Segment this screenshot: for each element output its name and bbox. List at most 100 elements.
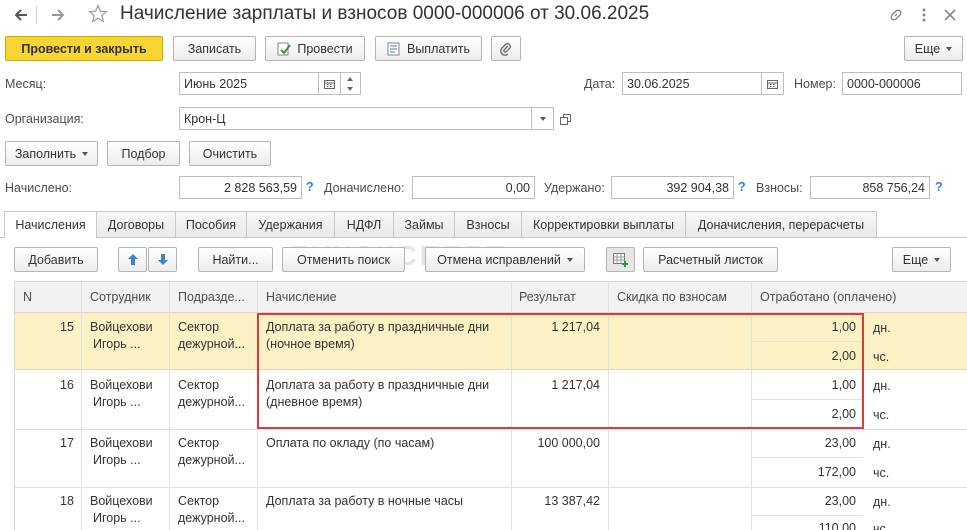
cell-department-line2[interactable]: дежурной... (178, 395, 254, 409)
cell-employee-line2[interactable]: Игорь ... (93, 395, 141, 409)
table-settings-button[interactable] (606, 247, 635, 272)
column-header-department[interactable]: Подразде... (178, 290, 245, 304)
cell-n[interactable]: 18 (60, 494, 74, 508)
calendar-icon (324, 79, 335, 89)
cell-department[interactable]: Сектор (178, 494, 219, 508)
cell-result[interactable]: 100 000,00 (537, 436, 600, 450)
cell-department[interactable]: Сектор (178, 320, 219, 334)
tab-contributions[interactable]: Взносы (454, 211, 522, 237)
column-header-result[interactable]: Результат (519, 290, 576, 304)
cell-department[interactable]: Сектор (178, 378, 219, 392)
post-and-close-button[interactable]: Провести и закрыть (5, 36, 163, 61)
cell-department-line2[interactable]: дежурной... (178, 337, 254, 351)
date-field[interactable]: 30.06.2025 (622, 72, 762, 95)
pay-button[interactable]: Выплатить (375, 36, 482, 61)
cell-worked-days[interactable]: 23,00 (825, 494, 856, 508)
cell-department-line2[interactable]: дежурной... (178, 511, 254, 525)
help-icon[interactable]: ? (935, 180, 943, 194)
help-icon[interactable]: ? (738, 180, 746, 194)
org-dropdown-button[interactable] (532, 107, 554, 130)
find-button[interactable]: Найти... (198, 247, 273, 272)
column-header-worked[interactable]: Отработано (оплачено) (760, 290, 896, 304)
column-header-employee[interactable]: Сотрудник (90, 290, 151, 304)
column-header-n[interactable]: N (23, 290, 32, 304)
cell-n[interactable]: 16 (60, 378, 74, 392)
number-field[interactable]: 0000-000006 (842, 72, 962, 95)
cell-worked-hours[interactable]: 110,00 (819, 521, 856, 530)
date-calendar-button[interactable] (762, 72, 784, 95)
post-button[interactable]: Провести (265, 36, 365, 61)
forward-button[interactable] (47, 4, 69, 26)
arrow-up-icon (127, 254, 138, 265)
contributions-field[interactable]: 858 756,24 (810, 176, 930, 199)
cell-accrual[interactable]: Доплата за работу в ночные часы (266, 494, 463, 508)
cell-employee[interactable]: Войцехови (90, 436, 153, 450)
tab-recalculations[interactable]: Доначисления, перерасчеты (685, 211, 877, 237)
tab-deductions[interactable]: Удержания (246, 211, 335, 237)
stepper-up-icon[interactable] (347, 77, 353, 81)
back-button[interactable] (10, 4, 32, 26)
cell-worked-hours[interactable]: 172,00 (818, 465, 856, 479)
cell-employee[interactable]: Войцехови (90, 378, 153, 392)
cell-employee-line2[interactable]: Игорь ... (93, 337, 141, 351)
cell-department-line2[interactable]: дежурной... (178, 453, 254, 467)
move-up-button[interactable] (118, 247, 147, 272)
tab-benefits[interactable]: Пособия (175, 211, 247, 237)
link-button[interactable] (885, 4, 907, 26)
attach-button[interactable] (491, 36, 521, 61)
close-button[interactable] (939, 4, 961, 26)
payslip-button[interactable]: Расчетный листок (643, 247, 778, 272)
cell-worked-days-unit: дн. (873, 321, 891, 335)
column-header-accrual[interactable]: Начисление (266, 290, 337, 304)
cell-employee-line2[interactable]: Игорь ... (93, 453, 141, 467)
date-label: Дата: (584, 77, 616, 91)
org-open-button[interactable] (556, 110, 574, 128)
cell-accrual[interactable]: Оплата по окладу (по часам) (266, 436, 434, 450)
cell-employee[interactable]: Войцехови (90, 494, 153, 508)
additional-accrued-field[interactable]: 0,00 (412, 176, 535, 199)
chevron-down-icon (934, 257, 941, 262)
tab-accruals[interactable]: Начисления (4, 211, 97, 238)
tab-ndfl[interactable]: НДФЛ (334, 211, 394, 237)
org-field[interactable]: Крон-Ц (179, 107, 532, 130)
favorite-button[interactable] (87, 3, 109, 25)
menu-button[interactable] (913, 4, 935, 26)
month-calendar-button[interactable] (319, 72, 341, 95)
arrow-down-icon (157, 254, 168, 265)
additional-accrued-label: Доначислено: (324, 181, 405, 195)
tab-loans[interactable]: Займы (393, 211, 455, 237)
clear-button[interactable]: Очистить (189, 141, 271, 166)
cell-department[interactable]: Сектор (178, 436, 219, 450)
select-button[interactable]: Подбор (107, 141, 180, 166)
row-divider (15, 487, 967, 488)
month-label: Месяц: (5, 77, 47, 91)
month-stepper[interactable] (341, 72, 361, 95)
accrued-field[interactable]: 2 828 563,59 (179, 176, 302, 199)
cancel-search-button[interactable]: Отменить поиск (282, 247, 405, 272)
save-button[interactable]: Записать (173, 36, 256, 61)
fill-button[interactable]: Заполнить (5, 141, 98, 166)
chevron-down-icon (946, 46, 953, 51)
add-row-button[interactable]: Добавить (14, 247, 98, 272)
cell-employee[interactable]: Войцехови (90, 320, 153, 334)
column-header-contribution-discount[interactable]: Скидка по взносам (617, 290, 727, 304)
cell-employee-line2[interactable]: Игорь ... (93, 511, 141, 525)
more-actions-button[interactable]: Еще (904, 36, 963, 61)
tab-contracts[interactable]: Договоры (96, 211, 176, 237)
cell-worked-days-unit: дн. (873, 379, 891, 393)
cell-worked-days[interactable]: 23,00 (825, 436, 856, 450)
cell-worked-hours-unit: чс. (873, 350, 890, 364)
tab-payment-corrections[interactable]: Корректировки выплаты (521, 211, 686, 237)
cell-n[interactable]: 15 (60, 320, 74, 334)
cell-n[interactable]: 17 (60, 436, 74, 450)
window-title: Начисление зарплаты и взносов 0000-00000… (120, 3, 650, 24)
help-icon[interactable]: ? (306, 180, 314, 194)
move-down-button[interactable] (148, 247, 177, 272)
withheld-field[interactable]: 392 904,38 (611, 176, 734, 199)
stepper-down-icon[interactable] (347, 87, 353, 91)
cancel-corrections-button[interactable]: Отмена исправлений (425, 247, 585, 272)
cell-worked-hours-unit: чс. (873, 408, 890, 422)
month-field[interactable]: Июнь 2025 (179, 72, 319, 95)
cell-result[interactable]: 13 387,42 (544, 494, 600, 508)
table-more-button[interactable]: Еще (892, 247, 951, 272)
